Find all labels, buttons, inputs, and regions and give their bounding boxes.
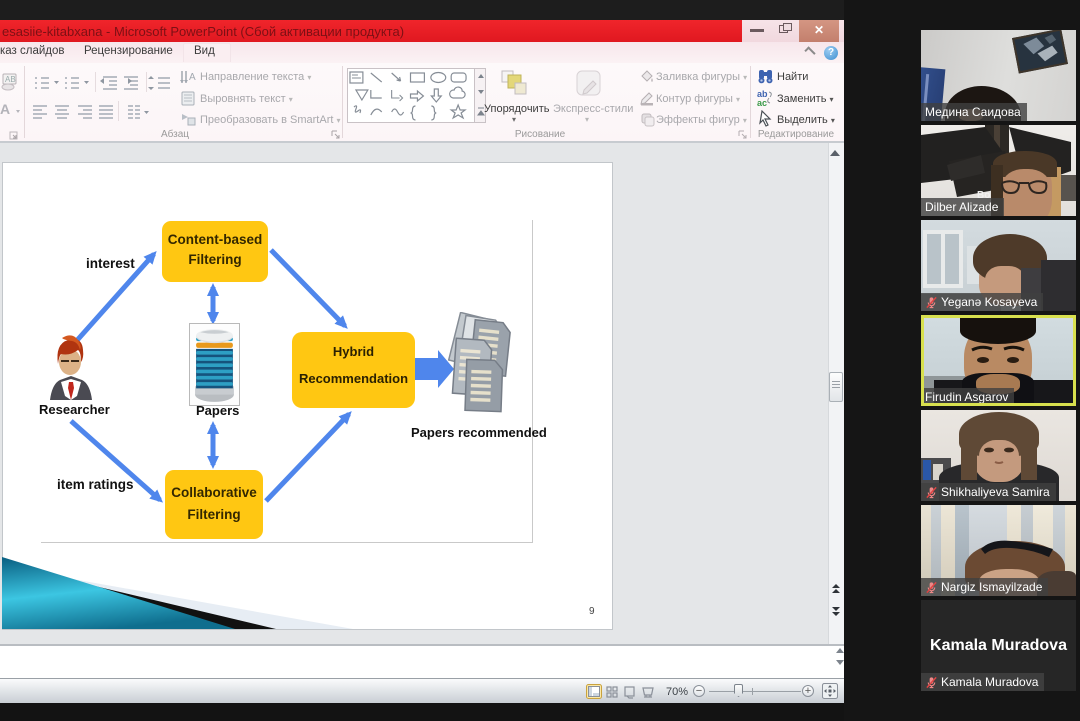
svg-text:ас: ас <box>757 98 767 107</box>
svg-text:АВ: АВ <box>5 75 16 84</box>
svg-text:А: А <box>189 72 196 83</box>
svg-text:А: А <box>0 101 10 117</box>
